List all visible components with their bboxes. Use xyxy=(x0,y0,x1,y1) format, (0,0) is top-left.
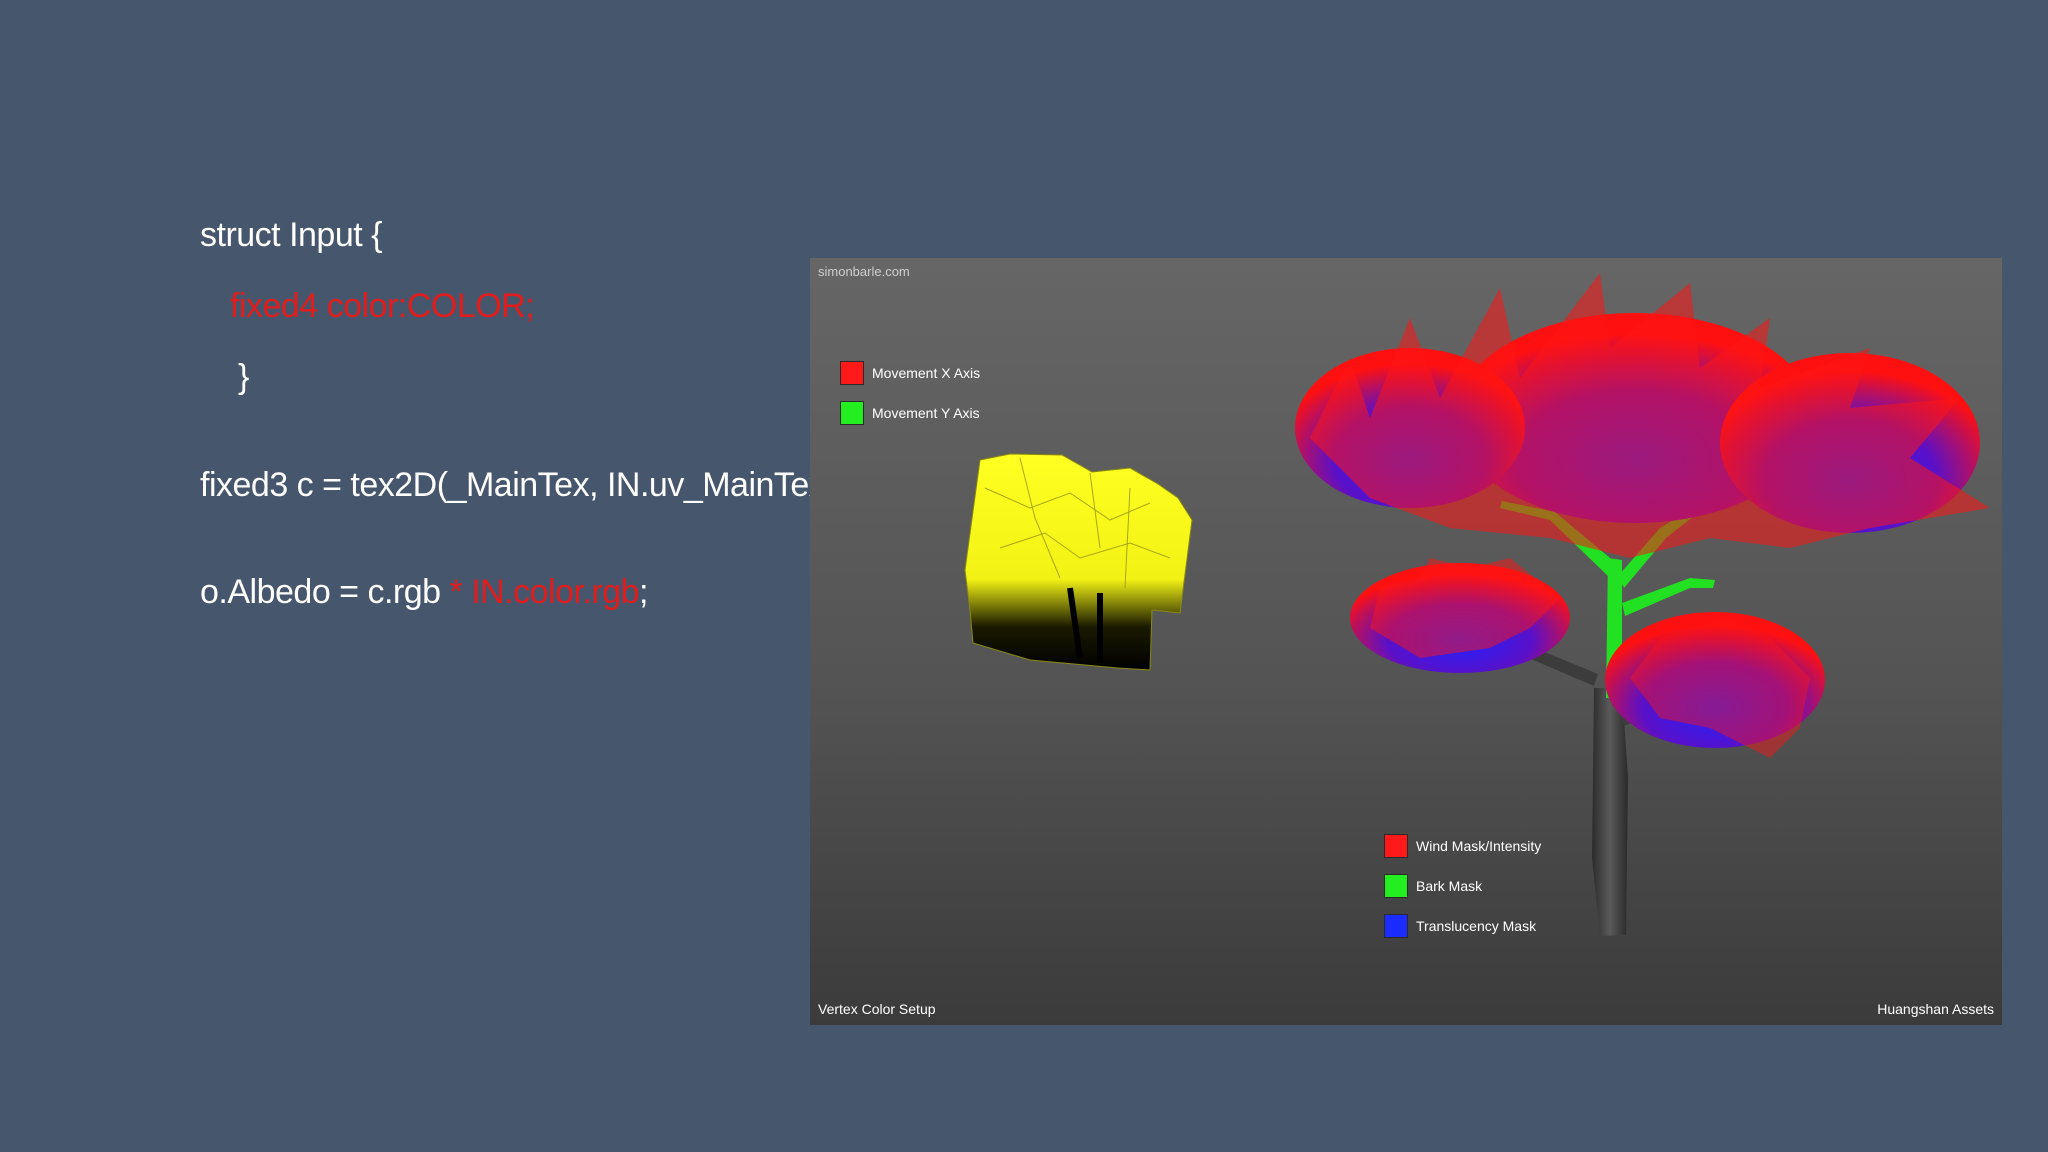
legend-label: Wind Mask/Intensity xyxy=(1416,838,1542,854)
legend-item-movement-y: Movement Y Axis xyxy=(840,401,980,425)
code-line-albedo: o.Albedo = c.rgb * IN.color.rgb; xyxy=(200,573,648,612)
viewport-caption-left: Vertex Color Setup xyxy=(818,1001,936,1017)
albedo-suffix: ; xyxy=(639,573,648,611)
code-line-struct: struct Input { xyxy=(200,216,383,254)
blue-swatch xyxy=(1384,914,1408,938)
code-line-tex2d: fixed3 c = tex2D(_MainTex, IN.uv_MainTex… xyxy=(200,466,902,504)
yellow-bush-mesh xyxy=(964,453,1193,671)
legend-item-wind-mask: Wind Mask/Intensity xyxy=(1384,834,1541,858)
viewport-watermark: simonbarle.com xyxy=(818,264,910,279)
albedo-prefix: o.Albedo = c.rgb xyxy=(200,573,450,611)
legend-item-bark-mask: Bark Mask xyxy=(1384,874,1482,898)
green-swatch xyxy=(1384,874,1408,898)
legend-label: Movement Y Axis xyxy=(872,405,980,421)
legend-label: Bark Mask xyxy=(1416,878,1483,894)
code-line-close-brace: } xyxy=(238,358,249,396)
red-swatch xyxy=(1384,834,1408,858)
legend-item-movement-x: Movement X Axis xyxy=(840,361,980,385)
green-swatch xyxy=(840,401,864,425)
legend-label: Translucency Mask xyxy=(1416,918,1537,934)
albedo-vertex-color: * IN.color.rgb xyxy=(449,573,640,611)
viewport-caption-right: Huangshan Assets xyxy=(1877,1001,1994,1017)
viewport-render xyxy=(964,273,1990,936)
red-swatch xyxy=(840,361,864,385)
vertex-color-viewport: simonbarle.com Movement X Axis Movement … xyxy=(810,258,2002,1025)
legend-label: Movement X Axis xyxy=(872,365,981,381)
legend-item-translucency-mask: Translucency Mask xyxy=(1384,914,1536,938)
code-line-color-field: fixed4 color:COLOR; xyxy=(230,287,535,325)
tree-foliage xyxy=(1295,273,1990,758)
